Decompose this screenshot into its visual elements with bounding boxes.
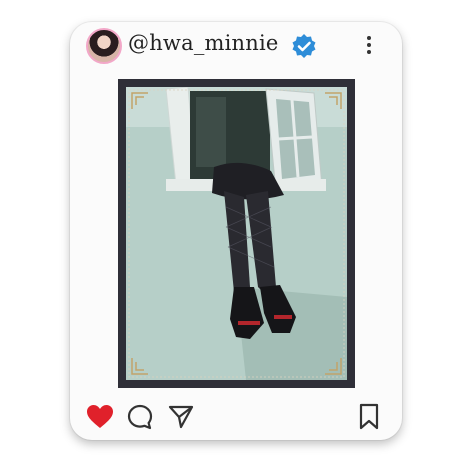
send-icon[interactable]: [168, 404, 194, 430]
heart-icon[interactable]: [86, 404, 114, 430]
username[interactable]: @hwa_minnie: [128, 31, 279, 55]
avatar[interactable]: [86, 28, 122, 64]
more-options-icon[interactable]: [362, 33, 376, 59]
post-card: @hwa_minnie: [70, 22, 402, 440]
verified-badge-icon: [292, 34, 316, 58]
bookmark-icon[interactable]: [358, 403, 380, 431]
post-image-frame: [118, 79, 355, 388]
post-actions: [70, 396, 402, 436]
comment-bubble-icon[interactable]: [127, 404, 153, 430]
post-header: @hwa_minnie: [70, 22, 402, 72]
post-photo-illustration: [126, 87, 347, 380]
post-image[interactable]: [126, 87, 347, 380]
